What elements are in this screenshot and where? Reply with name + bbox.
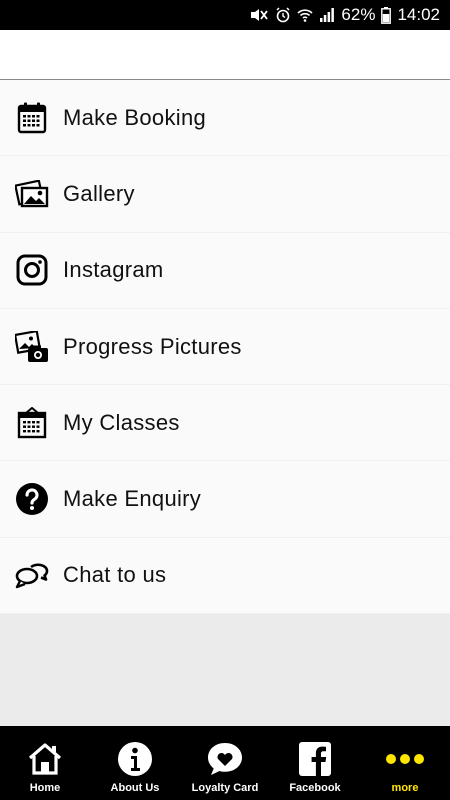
bottom-tab-bar: Home About Us Loyalty Card Facebook more: [0, 726, 450, 800]
photo-camera-icon: [15, 330, 49, 364]
status-time: 14:02: [397, 5, 440, 24]
battery-percent: 62%: [341, 5, 376, 24]
facebook-icon: [298, 739, 332, 779]
menu-item-label: Progress Pictures: [63, 333, 242, 359]
menu-list: Make Booking Gallery Instagram Progress …: [0, 80, 450, 615]
menu-item-instagram[interactable]: Instagram: [0, 232, 450, 309]
tab-label: About Us: [110, 782, 160, 794]
calendar-board-icon: [15, 406, 49, 440]
menu-item-label: Gallery: [63, 180, 135, 206]
chat-icon: [15, 558, 49, 592]
tab-loyalty-card[interactable]: Loyalty Card: [180, 726, 270, 800]
tab-label: Loyalty Card: [191, 782, 259, 794]
menu-item-label: Make Enquiry: [63, 486, 202, 512]
tab-label: Facebook: [289, 782, 341, 794]
menu-item-make-enquiry[interactable]: Make Enquiry: [0, 461, 450, 538]
mute-icon: [249, 7, 269, 23]
menu-item-label: My Classes: [63, 409, 180, 435]
more-dots-icon: [384, 739, 426, 779]
alarm-icon: [275, 7, 291, 23]
menu-item-progress-pictures[interactable]: Progress Pictures: [0, 308, 450, 386]
info-icon: [117, 739, 153, 779]
heart-bubble-icon: [206, 739, 244, 779]
app-header: [0, 30, 450, 80]
status-icons: 62% 14:02: [249, 0, 440, 30]
calendar-icon: [15, 101, 49, 135]
menu-item-chat-to-us[interactable]: Chat to us: [0, 537, 450, 615]
tab-facebook[interactable]: Facebook: [270, 726, 360, 800]
status-bar: 62% 14:02: [0, 0, 450, 30]
instagram-icon: [15, 253, 49, 287]
wifi-icon: [297, 7, 313, 23]
menu-item-label: Chat to us: [63, 562, 167, 588]
menu-item-label: Make Booking: [63, 104, 207, 130]
gallery-icon: [15, 177, 49, 211]
battery-icon: [381, 6, 392, 24]
menu-item-make-booking[interactable]: Make Booking: [0, 80, 450, 157]
tab-home[interactable]: Home: [0, 726, 90, 800]
tab-more[interactable]: more: [360, 726, 450, 800]
question-icon: [15, 482, 49, 516]
menu-item-gallery[interactable]: Gallery: [0, 156, 450, 233]
empty-area: [0, 614, 450, 726]
tab-label: more: [391, 782, 419, 794]
menu-item-label: Instagram: [63, 257, 164, 283]
home-icon: [27, 739, 63, 779]
tab-label: Home: [29, 782, 61, 794]
tab-about-us[interactable]: About Us: [90, 726, 180, 800]
menu-item-my-classes[interactable]: My Classes: [0, 385, 450, 462]
signal-icon: [319, 7, 335, 23]
